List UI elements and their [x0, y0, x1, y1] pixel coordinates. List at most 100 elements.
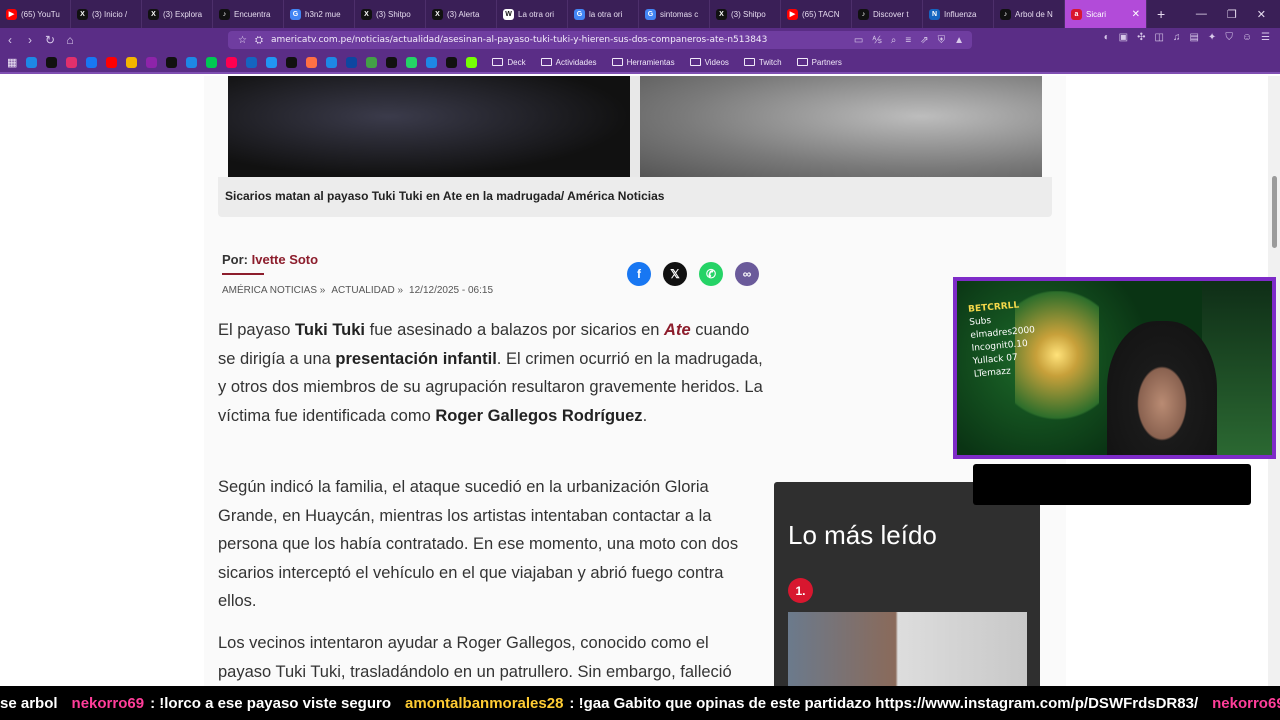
bookmark-favicon-icon[interactable] [126, 56, 138, 68]
photo-left-panel [228, 76, 630, 177]
tab-label: (3) Inicio / [92, 9, 128, 19]
bookmark-star-icon[interactable]: ☆ [238, 35, 247, 46]
url-text[interactable]: americatv.com.pe/noticias/actualidad/ase… [271, 35, 767, 45]
bookmark-favicon-icon[interactable] [66, 56, 78, 68]
tab[interactable]: X (3) Shitpo [355, 0, 426, 28]
site-info-icon[interactable]: ⛭ [255, 35, 263, 46]
bookmark-folder[interactable]: Herramientas [611, 58, 675, 67]
bookmark-favicon-icon[interactable] [366, 56, 378, 68]
tab[interactable]: X (3) Alerta [426, 0, 497, 28]
sparkle-icon[interactable]: ✦ [1208, 32, 1216, 43]
extension-icon[interactable]: ▣ [1119, 32, 1128, 43]
tab[interactable]: ▶ (65) YouTu [0, 0, 71, 28]
tab[interactable]: ♪ Arbol de N [994, 0, 1065, 28]
puzzle-icon[interactable]: ✣ [1137, 32, 1145, 43]
photo-divider [630, 76, 640, 177]
tab[interactable]: N Influenza [923, 0, 994, 28]
tab[interactable]: X (3) Inicio / [71, 0, 142, 28]
reader-icon[interactable]: ≡ [905, 35, 911, 46]
bookmark-favicon-icon[interactable] [426, 56, 438, 68]
minimize-button[interactable]: — [1196, 8, 1207, 21]
bookmark-favicon-icon[interactable] [306, 56, 318, 68]
bookmark-favicon-icon[interactable] [46, 56, 58, 68]
chat-message: : !gaa Gabito que opinas de este partida… [569, 694, 1199, 712]
forward-button[interactable]: › [20, 33, 40, 47]
tab[interactable]: ♪ Discover t [852, 0, 923, 28]
most-read-title: Lo más leído [788, 520, 937, 550]
bookmark-favicon-icon[interactable] [386, 56, 398, 68]
tab[interactable]: Gla otra ori [568, 0, 639, 28]
menu-icon[interactable]: ☰ [1261, 32, 1270, 43]
apps-grid-icon[interactable]: ▦ [7, 56, 17, 69]
tab[interactable]: ♪ Encuentra [213, 0, 284, 28]
bookmark-favicon-icon[interactable] [326, 56, 338, 68]
breadcrumb-category[interactable]: ACTUALIDAD » [331, 285, 403, 296]
x-share-icon[interactable]: 𝕏 [663, 262, 687, 286]
alert-icon[interactable]: ▲ [954, 35, 964, 46]
byline-prefix: Por: [222, 252, 248, 267]
bookmark-favicon-icon[interactable] [26, 56, 38, 68]
bookmark-folder[interactable]: Deck [492, 58, 526, 67]
bookmark-favicon-icon[interactable] [286, 56, 298, 68]
address-bar[interactable]: ☆ ⛭ americatv.com.pe/noticias/actualidad… [228, 31, 972, 49]
tab[interactable]: W La otra ori [497, 0, 568, 28]
share-page-icon[interactable]: ⇗ [920, 35, 928, 46]
tab[interactable]: X (3) Explora [142, 0, 213, 28]
bookmark-favicon-icon[interactable] [226, 56, 238, 68]
extensions-area: ◐ ▣ ✣ ◫ ♫ ▤ ✦ ⛉ ☺ ☰ [1104, 32, 1270, 43]
bookmark-folder[interactable]: Actividades [540, 58, 597, 67]
bookmark-favicon-icon[interactable] [406, 56, 418, 68]
bookmark-favicon-icon[interactable] [346, 56, 358, 68]
tab[interactable]: X (3) Shitpo [710, 0, 781, 28]
wallet-icon[interactable]: ▤ [1189, 32, 1198, 43]
sidebar-icon[interactable]: ◫ [1155, 32, 1164, 43]
bookmark-folder[interactable]: Partners [796, 58, 842, 67]
scrollbar-thumb[interactable] [1272, 176, 1277, 248]
bookmark-folder[interactable]: Twitch [743, 58, 782, 67]
vpn-icon[interactable]: ⛉ [1225, 32, 1233, 43]
restore-button[interactable]: ❐ [1227, 8, 1237, 21]
reload-button[interactable]: ↻ [40, 33, 60, 47]
most-read-thumbnail[interactable] [788, 612, 1027, 686]
bookmark-favicon-icon[interactable] [246, 56, 258, 68]
tab-label: Influenza [944, 9, 977, 19]
cast-icon[interactable]: ▭ [854, 35, 863, 46]
tab[interactable]: Gsintomas c [639, 0, 710, 28]
shield-icon[interactable]: ⛨ [938, 35, 946, 46]
photo-right-panel [640, 76, 1042, 177]
bookmark-favicon-icon[interactable] [166, 56, 178, 68]
tab-favicon-icon: X [148, 8, 159, 20]
close-button[interactable]: ✕ [1257, 8, 1266, 21]
translate-icon[interactable]: ⅍ [872, 35, 881, 46]
tab-label: Encuentra [234, 9, 271, 19]
bookmark-favicon-icon[interactable] [446, 56, 458, 68]
bookmark-folder[interactable]: Videos [689, 58, 729, 67]
location-link[interactable]: Ate [664, 321, 691, 339]
zoom-icon[interactable]: ⌕ [891, 35, 897, 46]
copy-link-share-icon[interactable]: ∞ [735, 262, 759, 286]
tab[interactable]: Gh3n2 mue [284, 0, 355, 28]
tab-label: Arbol de N [1015, 9, 1053, 19]
bookmark-favicon-icon[interactable] [186, 56, 198, 68]
tab[interactable]: ▶ (65) TACN [781, 0, 852, 28]
tab-favicon-icon: ♪ [858, 8, 869, 20]
bookmark-favicon-icon[interactable] [106, 56, 118, 68]
music-icon[interactable]: ♫ [1173, 32, 1181, 43]
back-button[interactable]: ‹ [0, 33, 20, 47]
facebook-share-icon[interactable]: f [627, 262, 651, 286]
breadcrumb-section[interactable]: AMÉRICA NOTICIAS » [222, 285, 325, 296]
tab-active[interactable]: a Sicari ✕ [1065, 0, 1147, 28]
profile-icon[interactable]: ☺ [1242, 32, 1252, 43]
tab-close-icon[interactable]: ✕ [1132, 9, 1140, 20]
bookmark-favicon-icon[interactable] [206, 56, 218, 68]
bookmark-favicon-icon[interactable] [266, 56, 278, 68]
extension-icon[interactable]: ◐ [1104, 32, 1110, 43]
bookmark-favicon-icon[interactable] [86, 56, 98, 68]
bookmark-favicon-icon[interactable] [466, 56, 478, 68]
whatsapp-share-icon[interactable]: ✆ [699, 262, 723, 286]
bookmark-favicon-icon[interactable] [146, 56, 158, 68]
author-link[interactable]: Ivette Soto [252, 252, 318, 267]
tab-favicon-icon: ▶ [787, 8, 798, 20]
new-tab-button[interactable]: + [1147, 6, 1175, 22]
home-button[interactable]: ⌂ [60, 33, 80, 47]
